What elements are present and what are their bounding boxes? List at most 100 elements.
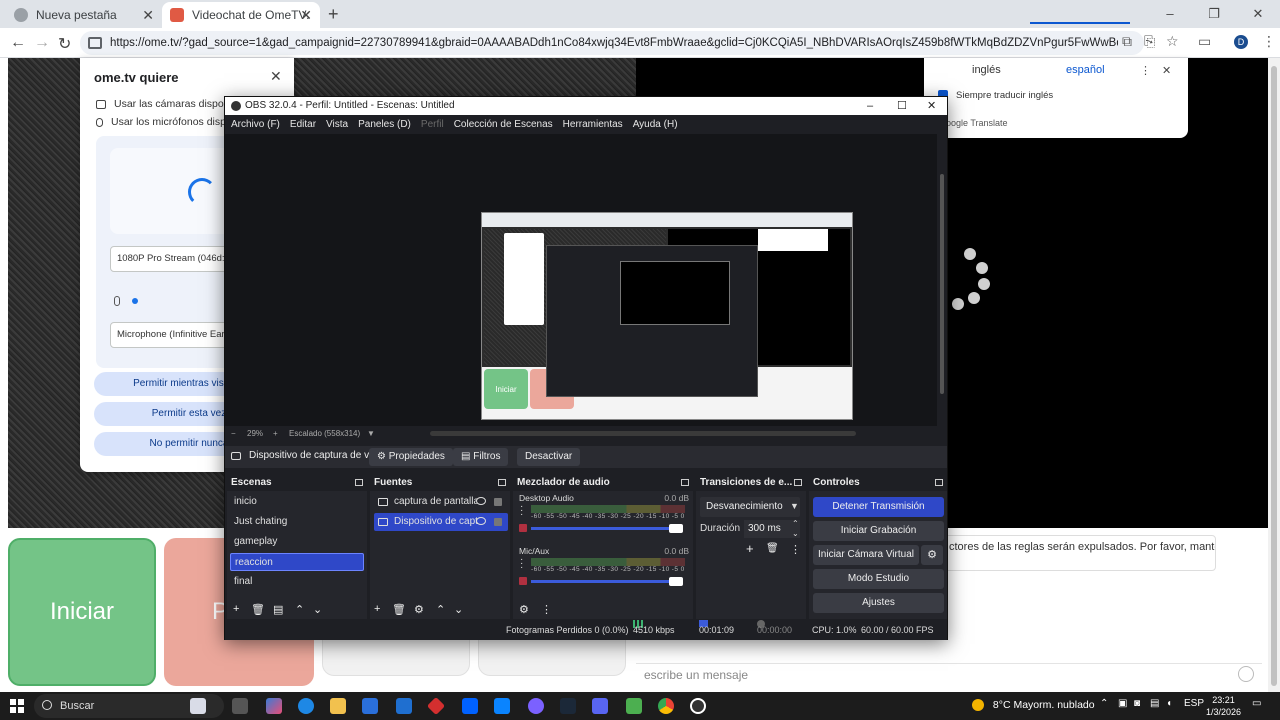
volume-slider-handle[interactable]: [669, 524, 683, 533]
back-icon[interactable]: ←: [10, 34, 26, 52]
menu-coleccion-escenas[interactable]: Colección de Escenas: [454, 115, 553, 134]
source-item-selected[interactable]: Dispositivo de captu: [374, 513, 508, 531]
menu-editar[interactable]: Editar: [290, 115, 316, 134]
volume-slider[interactable]: [531, 580, 677, 583]
page-scrollbar[interactable]: [1268, 58, 1280, 692]
app-icon[interactable]: [626, 698, 642, 714]
new-tab-icon[interactable]: +: [328, 4, 339, 25]
app-icon[interactable]: [426, 696, 446, 716]
language-indicator[interactable]: ESP: [1184, 698, 1204, 709]
spin-down-icon[interactable]: ⌄: [792, 529, 799, 538]
add-icon[interactable]: +: [374, 603, 380, 615]
minimize-icon[interactable]: –: [1148, 0, 1192, 28]
close-tab-icon[interactable]: ✕: [142, 7, 154, 24]
chevron-up-icon[interactable]: ⌃: [1100, 698, 1108, 709]
menu-paneles[interactable]: Paneles (D): [358, 115, 411, 134]
bookmark-star-icon[interactable]: ☆: [1166, 33, 1179, 50]
file-explorer-icon[interactable]: [330, 698, 346, 714]
vscode-icon[interactable]: [494, 698, 510, 714]
mute-icon[interactable]: [519, 577, 527, 585]
start-virtual-camera-button[interactable]: Iniciar Cámara Virtual: [813, 545, 919, 565]
advanced-audio-icon[interactable]: ⚙: [519, 603, 529, 616]
windows-start-icon[interactable]: [10, 699, 24, 713]
lock-icon[interactable]: [494, 518, 502, 526]
lock-icon[interactable]: [494, 498, 502, 506]
stop-streaming-button[interactable]: Detener Transmisión: [813, 497, 944, 517]
tray-app-icon[interactable]: ▣: [1118, 698, 1127, 709]
move-down-icon[interactable]: ⌄: [454, 603, 463, 616]
notifications-icon[interactable]: ▭: [1252, 698, 1261, 709]
lang-tab-spanish[interactable]: español: [1066, 64, 1105, 76]
undock-icon[interactable]: [935, 479, 943, 486]
scene-item[interactable]: Just chating: [230, 513, 364, 531]
move-up-icon[interactable]: ⌃: [436, 603, 445, 616]
chevron-down-icon[interactable]: ▼: [790, 501, 799, 511]
address-bar[interactable]: https://ome.tv/?gad_source=1&gad_campaig…: [80, 31, 1144, 55]
profile-avatar[interactable]: D: [1234, 35, 1248, 49]
move-up-icon[interactable]: ⌃: [295, 603, 304, 616]
undock-icon[interactable]: [498, 479, 506, 486]
message-input[interactable]: escribe un mensaje: [636, 663, 1262, 687]
edge-icon[interactable]: [298, 698, 314, 714]
emoji-icon[interactable]: [1238, 666, 1254, 682]
trash-icon[interactable]: 🗑: [251, 603, 265, 616]
volume-slider[interactable]: [531, 527, 677, 530]
menu-kebab-icon[interactable]: ⋮: [1262, 33, 1276, 50]
deactivate-button[interactable]: Desactivar: [517, 448, 581, 466]
volume-slider-handle[interactable]: [669, 577, 683, 586]
outlook-icon[interactable]: [396, 698, 412, 714]
task-view-icon[interactable]: [232, 698, 248, 714]
restore-icon[interactable]: ❐: [1192, 0, 1236, 28]
tab-new-tab[interactable]: Nueva pestaña ✕: [6, 2, 162, 28]
undock-icon[interactable]: [355, 479, 363, 486]
app-icon[interactable]: [528, 698, 544, 714]
microphone-icon[interactable]: ◙: [1134, 698, 1140, 709]
eye-icon[interactable]: [476, 517, 486, 525]
start-button[interactable]: Iniciar: [8, 538, 156, 686]
transition-select[interactable]: Desvanecimiento: [700, 497, 800, 517]
trash-icon[interactable]: 🗑: [766, 543, 779, 554]
copilot-icon[interactable]: [266, 698, 282, 714]
scene-item[interactable]: final: [230, 573, 364, 591]
chrome-icon[interactable]: [658, 698, 674, 714]
menu-herramientas[interactable]: Herramientas: [563, 115, 623, 134]
scene-item[interactable]: gameplay: [230, 533, 364, 551]
kebab-icon[interactable]: · · ·: [520, 502, 523, 520]
kebab-icon[interactable]: ⋮: [790, 543, 801, 556]
gear-icon[interactable]: ⚙: [414, 603, 424, 616]
dropbox-icon[interactable]: [462, 698, 478, 714]
chevron-down-icon[interactable]: ▼: [367, 426, 375, 442]
close-icon[interactable]: ✕: [1162, 64, 1171, 77]
discord-icon[interactable]: [592, 698, 608, 714]
preview-scrollbar[interactable]: [937, 134, 947, 426]
start-recording-button[interactable]: Iniciar Grabación: [813, 521, 944, 541]
filters-button[interactable]: ▤ Filtros: [453, 448, 509, 466]
steam-icon[interactable]: [560, 698, 576, 714]
close-icon[interactable]: ✕: [270, 68, 282, 85]
store-icon[interactable]: [362, 698, 378, 714]
maximize-icon[interactable]: ☐: [897, 97, 907, 115]
weather-widget[interactable]: 8°C Mayorm. nublado: [972, 699, 1095, 712]
network-icon[interactable]: ▤: [1150, 698, 1159, 709]
site-info-icon[interactable]: [88, 37, 102, 49]
undock-icon[interactable]: [681, 479, 689, 486]
properties-button[interactable]: ⚙ Propiedades: [369, 448, 453, 466]
menu-perfil[interactable]: Perfil: [421, 115, 444, 134]
cast-icon[interactable]: ⎘: [1144, 33, 1155, 50]
menu-ayuda[interactable]: Ayuda (H): [633, 115, 678, 134]
clock[interactable]: 23:21 1/3/2026: [1206, 694, 1241, 718]
volume-icon[interactable]: ◖: [1166, 698, 1172, 709]
scene-item[interactable]: inicio: [230, 493, 364, 511]
side-panel-icon[interactable]: ▭: [1198, 33, 1211, 50]
zoom-in-icon[interactable]: +: [273, 426, 278, 442]
zoom-out-icon[interactable]: −: [231, 426, 236, 442]
reload-icon[interactable]: ↻: [58, 34, 71, 54]
forward-icon[interactable]: →: [34, 34, 50, 52]
studio-mode-button[interactable]: Modo Estudio: [813, 569, 944, 589]
source-item[interactable]: captura de pantalla: [374, 493, 508, 511]
filter-icon[interactable]: ▤: [273, 603, 283, 616]
scene-item-selected[interactable]: reaccion: [230, 553, 364, 571]
menu-archivo[interactable]: Archivo (F): [231, 115, 280, 134]
close-window-icon[interactable]: ✕: [927, 97, 936, 115]
preview-hscrollbar[interactable]: [430, 431, 856, 436]
